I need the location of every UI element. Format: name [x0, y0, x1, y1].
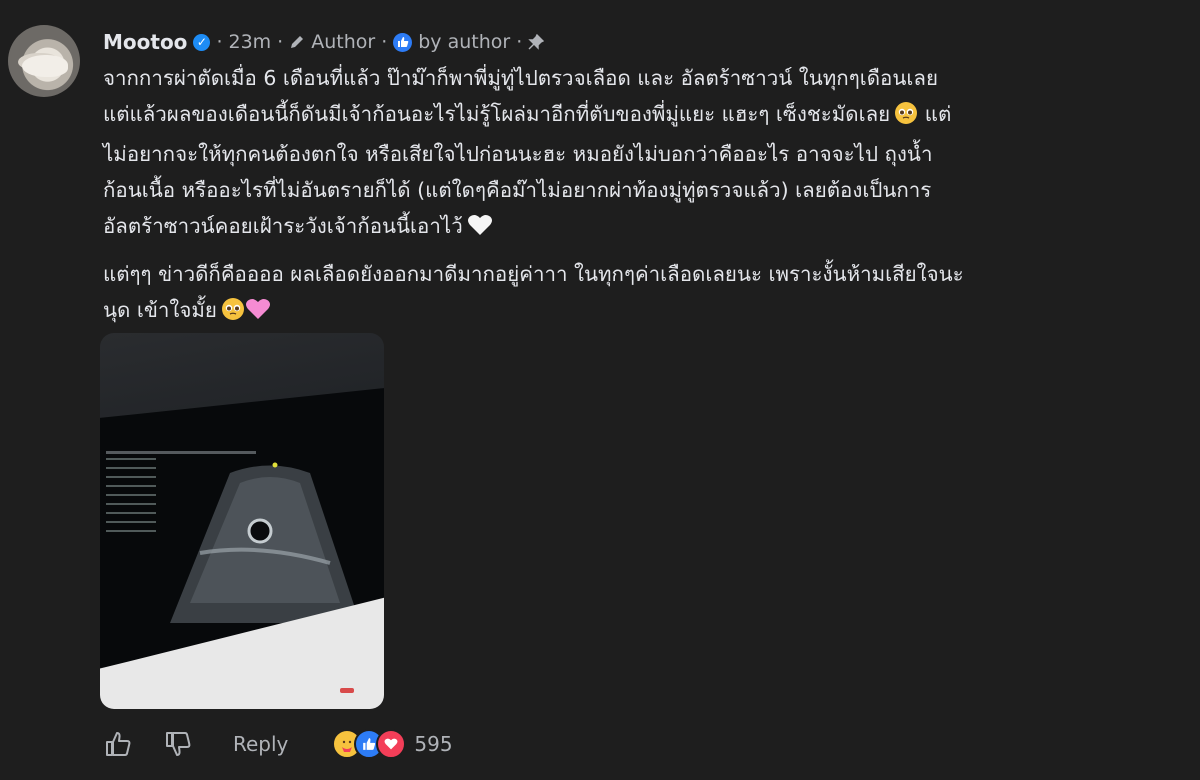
comment-line: ก้อนเนื้อ หรืออะไรที่ไม่อันตรายก็ได้ (แต…: [103, 178, 932, 202]
comment-line-text: อัลตร้าซาวน์คอยเฝ้าระวังเจ้าก้อนนี้เอาไว…: [103, 214, 463, 238]
thumbs-up-icon: [106, 732, 131, 756]
comment-paragraph-1: จากการผ่าตัดเมื่อ 6 เดือนที่แล้ว ป๊าม๊าก…: [103, 60, 1178, 248]
comment-line: แต่ๆๆ ข่าวดีก็คืออออ ผลเลือดยังออกมาดีมา…: [103, 262, 964, 286]
comment-line-text: แต่: [924, 102, 952, 126]
reaction-summary[interactable]: 595: [332, 729, 453, 759]
screen-readout: [106, 458, 156, 538]
verified-badge-icon: ✓: [193, 33, 211, 51]
by-author-label: by author: [418, 31, 511, 53]
comment-line: อัลตร้าซาวน์คอยเฝ้าระวังเจ้าก้อนนี้เอาไว…: [103, 208, 1178, 248]
avatar[interactable]: [8, 25, 80, 97]
separator: ·: [516, 31, 523, 53]
comment-body: จากการผ่าตัดเมื่อ 6 เดือนที่แล้ว ป๊าม๊าก…: [103, 60, 1178, 340]
thumbs-down-icon: [166, 732, 191, 756]
love-reaction-icon: [376, 729, 407, 759]
white-heart-icon: [467, 212, 493, 248]
separator: ·: [216, 31, 223, 53]
ultrasound-photo[interactable]: [100, 333, 384, 709]
comment-line: แต่แล้วผลของเดือนนี้ก็ดันมีเจ้าก้อนอะไรไ…: [103, 96, 1178, 136]
avatar-pet-image: [22, 55, 68, 77]
reaction-count: 595: [414, 732, 453, 756]
comment-line-text: นุด เข้าใจมั้ย: [103, 298, 217, 322]
like-badge-icon: [393, 32, 413, 52]
separator: ·: [381, 31, 388, 53]
pleading-face-icon: [894, 100, 918, 136]
ultrasound-scan-image: [170, 462, 360, 623]
separator: ·: [277, 31, 284, 53]
comment-line: ไม่อยากจะให้ทุกคนต้องตกใจ หรือเสียใจไปก่…: [103, 142, 933, 166]
pink-heart-icon: [245, 296, 271, 332]
like-button[interactable]: [103, 729, 133, 759]
comment-time[interactable]: 23m: [228, 31, 271, 53]
pin-icon: [528, 34, 545, 50]
comment-paragraph-2: แต่ๆๆ ข่าวดีก็คืออออ ผลเลือดยังออกมาดีมา…: [103, 256, 1178, 332]
pen-icon: [289, 34, 305, 50]
comment-actions: Reply 595: [103, 727, 453, 761]
dislike-button[interactable]: [163, 729, 193, 759]
author-name[interactable]: Mootoo: [103, 30, 187, 54]
comment-line-text: แต่แล้วผลของเดือนนี้ก็ดันมีเจ้าก้อนอะไรไ…: [103, 102, 891, 126]
comment-header: Mootoo ✓ · 23m · Author · by author ·: [103, 27, 545, 57]
author-label: Author: [311, 31, 376, 53]
red-mark: [340, 688, 354, 693]
comment-line: นุด เข้าใจมั้ย: [103, 292, 1178, 332]
pleading-face-icon: [221, 296, 245, 332]
comment-line: จากการผ่าตัดเมื่อ 6 เดือนที่แล้ว ป๊าม๊าก…: [103, 66, 938, 90]
reply-button[interactable]: Reply: [233, 732, 288, 756]
